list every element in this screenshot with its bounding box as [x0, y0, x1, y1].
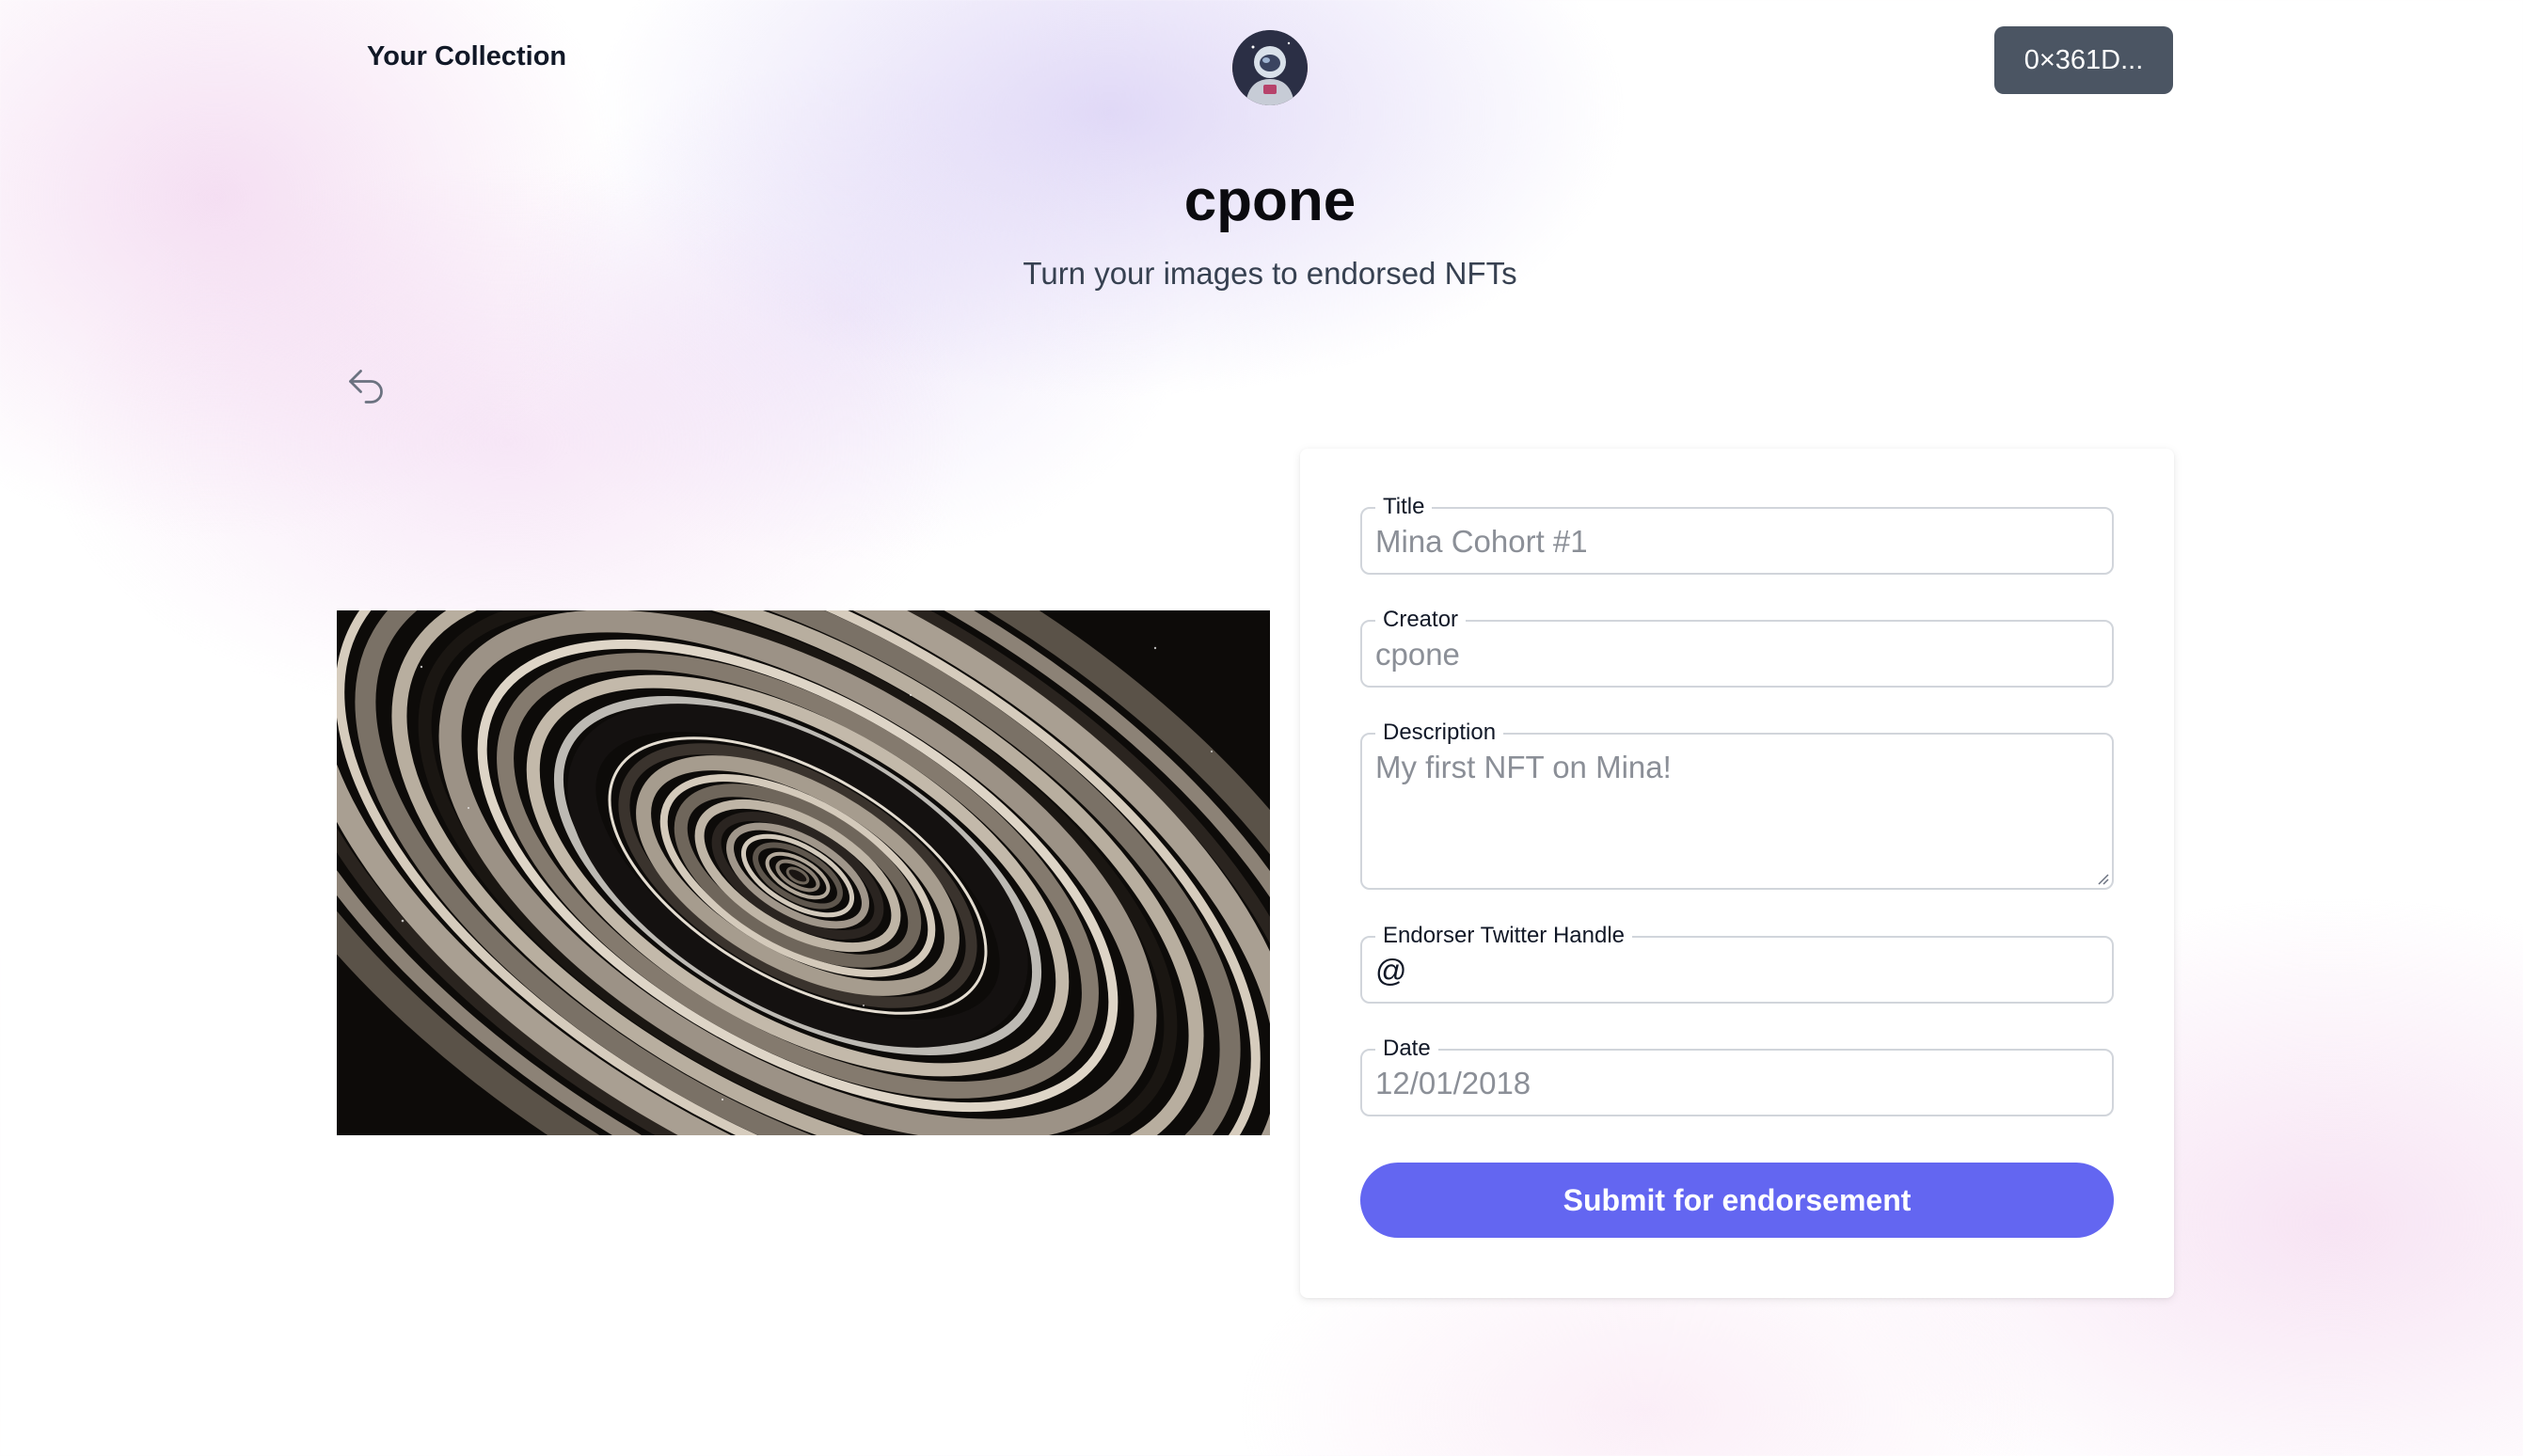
twitter-field-label: Endorser Twitter Handle	[1375, 923, 1633, 949]
your-collection-link[interactable]: Your Collection	[367, 41, 566, 72]
twitter-handle-field[interactable]: Endorser Twitter Handle @	[1360, 923, 2114, 1004]
date-field[interactable]: Date 12/01/2018	[1360, 1036, 2114, 1116]
description-field-label: Description	[1375, 720, 1504, 746]
title-field-value: Mina Cohort #1	[1375, 524, 1588, 559]
page-subtitle: Turn your images to endorsed NFTs	[1023, 256, 1517, 291]
title-field-label: Title	[1375, 494, 1433, 520]
submit-for-endorsement-button[interactable]: Submit for endorsement	[1360, 1163, 2114, 1238]
twitter-field-prefix: @	[1375, 953, 1407, 988]
title-field[interactable]: Title Mina Cohort #1	[1360, 494, 2114, 575]
date-field-value: 12/01/2018	[1375, 1066, 1531, 1100]
description-textarea[interactable]: Description My first NFT on Mina!	[1360, 720, 2114, 890]
creator-field[interactable]: Creator cpone	[1360, 607, 2114, 688]
description-field-value: My first NFT on Mina!	[1375, 750, 1672, 784]
back-button[interactable]	[342, 363, 389, 410]
page-title: cpone	[1183, 168, 1357, 233]
date-field-label: Date	[1375, 1036, 1438, 1062]
nft-artwork-image	[337, 610, 1270, 1135]
undo-arrow-icon	[349, 370, 383, 404]
profile-avatar[interactable]	[1232, 30, 1308, 105]
creator-field-label: Creator	[1375, 607, 1467, 633]
astronaut-avatar-image	[1232, 30, 1308, 105]
creator-field-value: cpone	[1375, 637, 1460, 672]
wallet-address-button[interactable]: 0×361D...	[1994, 26, 2173, 94]
resize-grip-icon[interactable]	[2096, 872, 2109, 885]
nft-details-card: Title Mina Cohort #1 Creator cpone Descr…	[1300, 449, 2174, 1298]
